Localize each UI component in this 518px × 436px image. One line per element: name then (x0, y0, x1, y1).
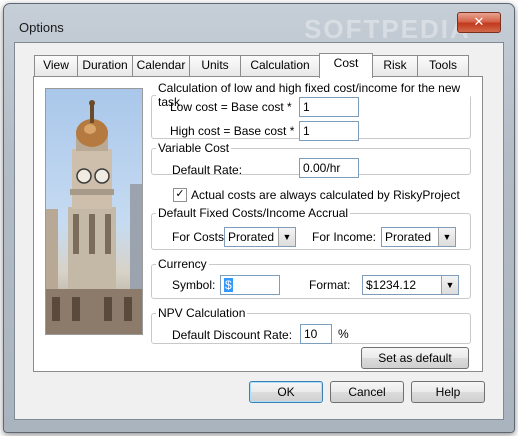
for-costs-dropdown[interactable]: Prorated ▼ (224, 227, 296, 247)
npv-legend: NPV Calculation (158, 306, 246, 320)
tab-view[interactable]: View (34, 55, 78, 76)
help-button[interactable]: Help (411, 381, 485, 403)
tab-units[interactable]: Units (189, 55, 241, 76)
chevron-down-icon[interactable]: ▼ (438, 228, 455, 246)
format-label: Format: (309, 278, 351, 292)
low-cost-input[interactable]: 1 (299, 97, 359, 117)
discount-rate-input[interactable]: 10 (300, 324, 332, 344)
tab-tools[interactable]: Tools (417, 55, 469, 76)
format-value: $1234.12 (366, 278, 417, 292)
variable-cost-legend: Variable Cost (158, 141, 230, 155)
checkmark-icon: ✓ (175, 188, 185, 200)
for-costs-label: For Costs: (172, 230, 228, 244)
tab-duration[interactable]: Duration (77, 55, 133, 76)
symbol-value: $ (224, 278, 233, 292)
set-as-default-button[interactable]: Set as default (361, 347, 469, 369)
chevron-down-icon[interactable]: ▼ (441, 276, 458, 294)
tab-calendar[interactable]: Calendar (132, 55, 190, 76)
close-icon: ✕ (473, 14, 485, 29)
tab-cost[interactable]: Cost (319, 53, 373, 78)
for-income-label: For Income: (312, 230, 377, 244)
high-cost-input[interactable]: 1 (299, 121, 359, 141)
tab-calculation[interactable]: Calculation (240, 55, 320, 76)
options-window: Options SOFTPEDIA ✕ View Duration Calend… (3, 3, 515, 433)
cancel-button[interactable]: Cancel (330, 381, 404, 403)
for-income-value: Prorated (385, 230, 432, 244)
chevron-down-icon[interactable]: ▼ (278, 228, 295, 246)
dialog-body: View Duration Calendar Units Calculation… (14, 42, 504, 420)
default-rate-label: Default Rate: (172, 163, 243, 177)
discount-rate-label: Default Discount Rate: (172, 328, 293, 342)
window-title: Options (19, 20, 64, 35)
percent-unit: % (338, 327, 349, 341)
ok-button[interactable]: OK (249, 381, 323, 403)
high-cost-label: High cost = Base cost * (170, 124, 295, 138)
title-bar[interactable]: Options SOFTPEDIA ✕ (4, 4, 514, 44)
low-cost-label: Low cost = Base cost * (170, 100, 292, 114)
watermark: SOFTPEDIA (304, 14, 471, 44)
for-costs-value: Prorated (228, 230, 275, 244)
default-rate-input[interactable]: 0.00/hr (299, 158, 359, 178)
currency-legend: Currency (158, 257, 207, 271)
cost-tab-panel: Calculation of low and high fixed cost/i… (33, 76, 483, 372)
close-button[interactable]: ✕ (457, 12, 501, 33)
symbol-input[interactable]: $ (220, 275, 280, 295)
symbol-label: Symbol: (172, 278, 216, 292)
clock-tower-image (45, 88, 143, 335)
format-dropdown[interactable]: $1234.12 ▼ (362, 275, 459, 295)
accrual-legend: Default Fixed Costs/Income Accrual (158, 206, 349, 220)
actual-costs-checkbox[interactable]: ✓ (173, 188, 187, 202)
actual-costs-label: Actual costs are always calculated by Ri… (191, 188, 460, 202)
for-income-dropdown[interactable]: Prorated ▼ (381, 227, 456, 247)
tab-risk[interactable]: Risk (372, 55, 418, 76)
